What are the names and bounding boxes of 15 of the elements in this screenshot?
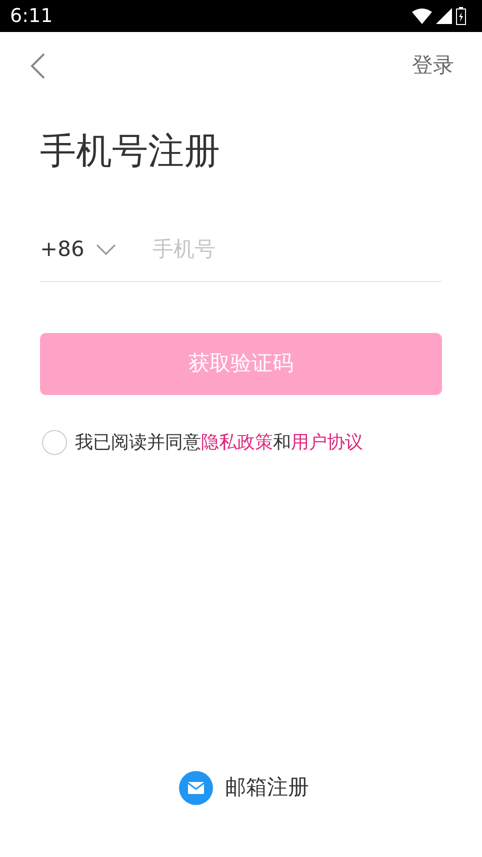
agreement-text: 我已阅读并同意隐私政策和用户协议 bbox=[75, 431, 363, 455]
policy-link[interactable]: 用户协议 bbox=[291, 432, 363, 453]
chevron-down-icon bbox=[96, 244, 116, 256]
policy-link[interactable]: 隐私政策 bbox=[201, 432, 273, 453]
page-title: 手机号注册 bbox=[40, 134, 221, 170]
agree-checkbox[interactable] bbox=[42, 430, 67, 455]
signal-icon bbox=[436, 8, 452, 24]
country-code-selector[interactable]: +86 bbox=[40, 234, 116, 266]
status-time: 6:11 bbox=[10, 4, 53, 29]
email-signup-button[interactable]: 邮箱注册 bbox=[179, 771, 309, 805]
login-link[interactable]: 登录 bbox=[412, 50, 454, 82]
phone-input-field[interactable]: 手机号 bbox=[152, 234, 442, 266]
battery-icon bbox=[456, 7, 466, 25]
mail-icon bbox=[179, 771, 213, 805]
wifi-icon bbox=[412, 8, 432, 24]
